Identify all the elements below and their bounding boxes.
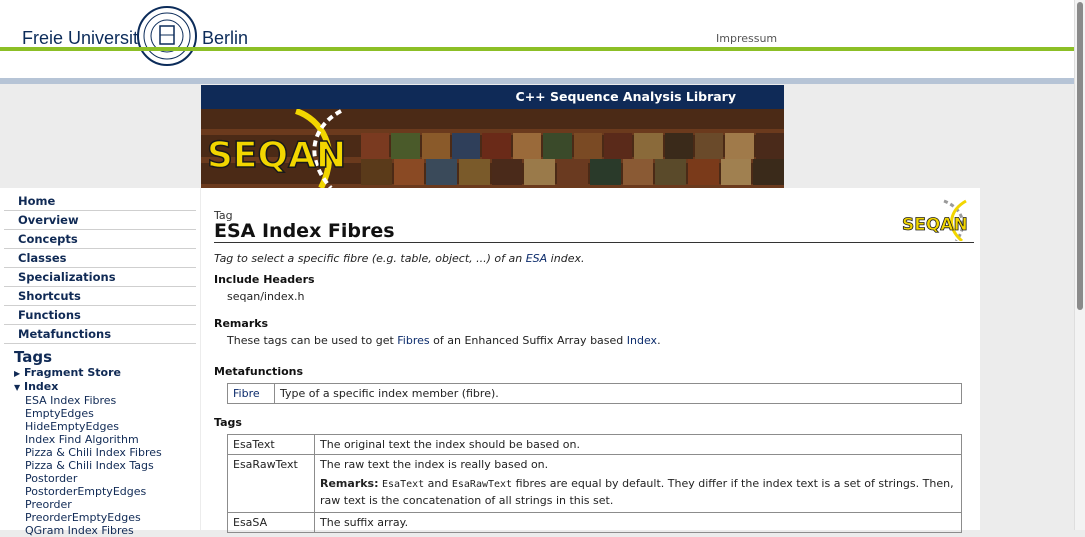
university-name: Freie Universität (22, 28, 154, 48)
impressum-link[interactable]: Impressum (716, 32, 777, 45)
metafunction-desc-cell: Type of a specific index member (fibre). (274, 383, 962, 404)
metafunctions-table: Fibre Type of a specific index member (f… (227, 383, 962, 404)
page-title: ESA Index Fibres (214, 220, 395, 242)
tag-remark: Remarks: EsaText and EsaRawText fibres a… (320, 476, 956, 509)
tree-item-pizza-chili-index-fibres[interactable]: Pizza & Chili Index Fibres (0, 446, 200, 459)
nav-overview[interactable]: Overview (4, 211, 196, 230)
nav-specializations[interactable]: Specializations (4, 268, 196, 287)
table-row: EsaRawText The raw text the index is rea… (227, 454, 962, 513)
nav-shortcuts[interactable]: Shortcuts (4, 287, 196, 306)
triangle-right-icon[interactable]: ▶ (14, 367, 24, 380)
tree-item-qgram-index-fibres[interactable]: QGram Index Fibres (0, 524, 200, 537)
description-suffix: index. (547, 252, 585, 265)
fibre-link[interactable]: Fibre (233, 387, 260, 400)
scrollbar-thumb[interactable] (1077, 2, 1083, 310)
tree-item-esa-index-fibres[interactable]: ESA Index Fibres (0, 394, 200, 407)
remarks-middle: of an Enhanced Suffix Array based (429, 334, 627, 347)
tag-remark-code2: EsaRawText (451, 479, 513, 490)
seqan-small-logo: SEQAN (902, 199, 968, 241)
tags-heading: Tags (214, 416, 242, 429)
site-header: Freie Universität Berlin Impressum (0, 0, 1085, 84)
tree-item-emptyedges[interactable]: EmptyEdges (0, 407, 200, 420)
tree-fragment-store[interactable]: ▶ Fragment Store (0, 366, 200, 380)
banner-subtitle: C++ Sequence Analysis Library (201, 85, 784, 109)
header-blue-band (0, 78, 1075, 84)
tag-desc-text: The raw text the index is really based o… (320, 458, 549, 471)
tree-index-label[interactable]: Index (24, 380, 58, 393)
remarks-text: These tags can be used to get Fibres of … (227, 334, 661, 347)
metafunction-name-cell: Fibre (227, 383, 275, 404)
tree-fragment-store-label[interactable]: Fragment Store (24, 366, 121, 379)
tree-item-preorder[interactable]: Preorder (0, 498, 200, 511)
tag-desc-cell: The original text the index should be ba… (314, 434, 962, 455)
tree-item-hideemptyedges[interactable]: HideEmptyEdges (0, 420, 200, 433)
nav-home[interactable]: Home (4, 192, 196, 211)
sidebar: Home Overview Concepts Classes Specializ… (0, 188, 200, 537)
seqan-banner: C++ Sequence Analysis Library SEQAN (201, 85, 784, 188)
nav-classes[interactable]: Classes (4, 249, 196, 268)
tree-index[interactable]: ▼ Index (0, 380, 200, 394)
seqan-logo: SEQAN (206, 109, 347, 188)
university-city: Berlin (202, 28, 249, 48)
index-link[interactable]: Index (627, 334, 657, 347)
small-logo-text: SEQAN (902, 215, 968, 235)
esa-link[interactable]: ESA (526, 252, 547, 265)
header-green-line (0, 47, 1075, 51)
tag-remark-and: and (424, 477, 452, 490)
tag-name-cell: EsaText (227, 434, 315, 455)
description-prefix: Tag to select a specific fibre (e.g. tab… (214, 252, 526, 265)
remarks-prefix: These tags can be used to get (227, 334, 398, 347)
page-scrollbar[interactable] (1074, 0, 1085, 530)
nav-concepts[interactable]: Concepts (4, 230, 196, 249)
tag-name-cell: EsaRawText (227, 454, 315, 513)
metafunctions-heading: Metafunctions (214, 365, 304, 378)
tree-item-index-find-algorithm[interactable]: Index Find Algorithm (0, 433, 200, 446)
tree-item-pizza-chili-index-tags[interactable]: Pizza & Chili Index Tags (0, 459, 200, 472)
remarks-suffix: . (657, 334, 661, 347)
tree-item-postorderemptyedges[interactable]: PostorderEmptyEdges (0, 485, 200, 498)
sidebar-tags-heading: Tags (14, 348, 53, 366)
table-row: Fibre Type of a specific index member (f… (227, 383, 962, 404)
nav-functions[interactable]: Functions (4, 306, 196, 325)
tree-item-postorder[interactable]: Postorder (0, 472, 200, 485)
tag-remark-label: Remarks: (320, 477, 379, 490)
university-seal-icon (137, 6, 197, 66)
tag-desc-cell: The raw text the index is really based o… (314, 454, 962, 513)
triangle-down-icon[interactable]: ▼ (14, 381, 24, 394)
banner-bookshelf-image: SEQAN (201, 109, 784, 188)
tree-item-preorderemptyedges[interactable]: PreorderEmptyEdges (0, 511, 200, 524)
include-headers-heading: Include Headers (214, 273, 315, 286)
description: Tag to select a specific fibre (e.g. tab… (214, 252, 584, 265)
tag-remark-code1: EsaText (382, 479, 425, 490)
tags-table: EsaText The original text the index shou… (227, 434, 962, 533)
seqan-logo-text: SEQAN (207, 135, 346, 176)
table-row: EsaText The original text the index shou… (227, 434, 962, 455)
remarks-heading: Remarks (214, 317, 269, 330)
fibres-link[interactable]: Fibres (397, 334, 429, 347)
include-header-value: seqan/index.h (227, 290, 305, 303)
nav-metafunctions[interactable]: Metafunctions (4, 325, 196, 344)
title-divider (214, 242, 974, 243)
